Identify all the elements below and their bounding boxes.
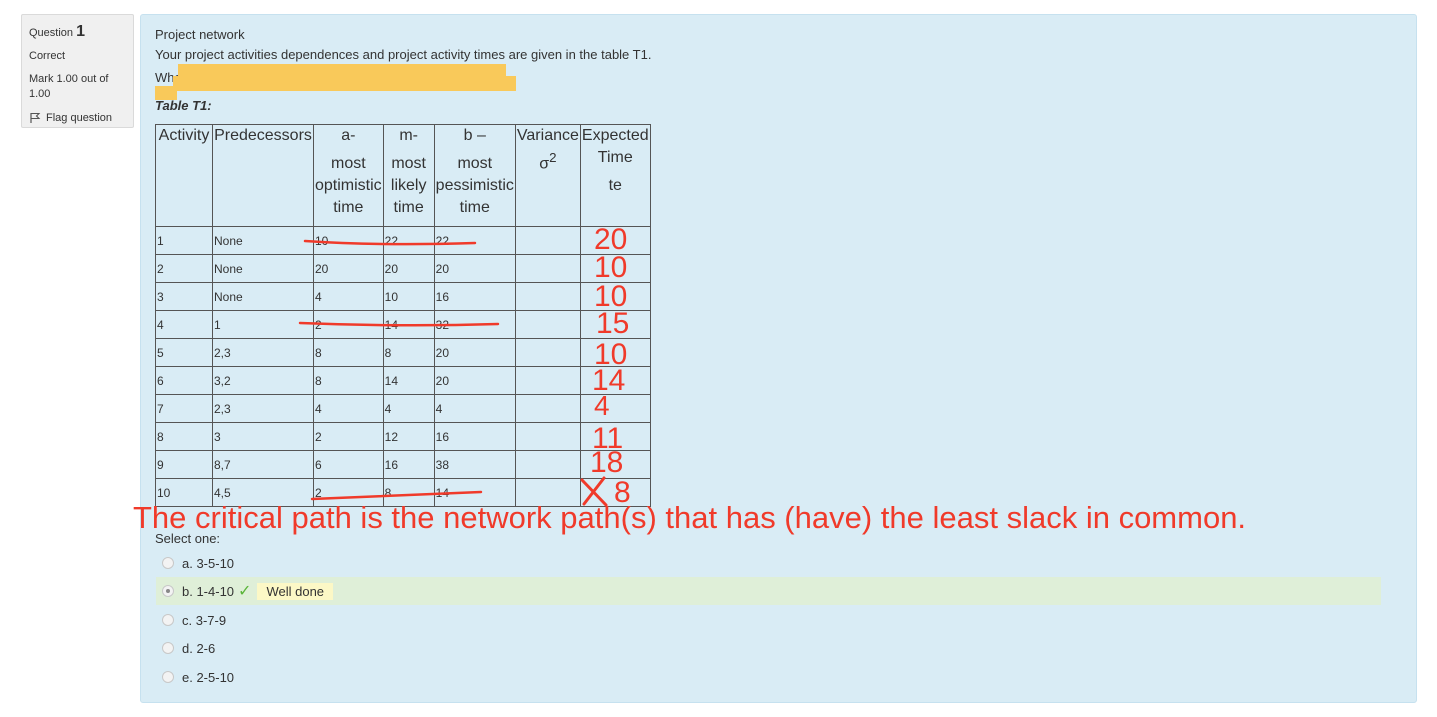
radio-button[interactable] xyxy=(162,585,174,597)
answer-option-d[interactable]: d. 2-6 xyxy=(156,634,1381,662)
option-label: c. 3-7-9 xyxy=(182,612,227,628)
answer-option-b[interactable]: b. 1-4-10 ✓ Well done xyxy=(156,577,1381,605)
answer-option-e[interactable]: e. 2-5-10 xyxy=(156,663,1381,691)
option-label: b. 1-4-10 xyxy=(182,583,235,599)
handwritten-expected: 15 xyxy=(596,307,630,340)
checkmark-icon: ✓ xyxy=(238,583,252,600)
option-label: e. 2-5-10 xyxy=(182,669,235,685)
handwritten-expected: 18 xyxy=(590,446,624,479)
handwritten-annotation: The critical path is the network path(s)… xyxy=(133,500,1247,535)
handwritten-expected: 10 xyxy=(594,251,628,284)
select-one-prompt: Select one: xyxy=(155,531,221,546)
radio-button[interactable] xyxy=(162,614,174,626)
answer-option-c[interactable]: c. 3-7-9 xyxy=(156,606,1381,634)
option-label: d. 2-6 xyxy=(182,640,216,656)
option-label: a. 3-5-10 xyxy=(182,555,235,571)
radio-button[interactable] xyxy=(162,671,174,683)
answer-option-a[interactable]: a. 3-5-10 xyxy=(156,549,1381,577)
feedback-badge: Well done xyxy=(257,582,334,600)
handwritten-expected: 4 xyxy=(594,390,610,421)
radio-button[interactable] xyxy=(162,557,174,569)
radio-button[interactable] xyxy=(162,642,174,654)
